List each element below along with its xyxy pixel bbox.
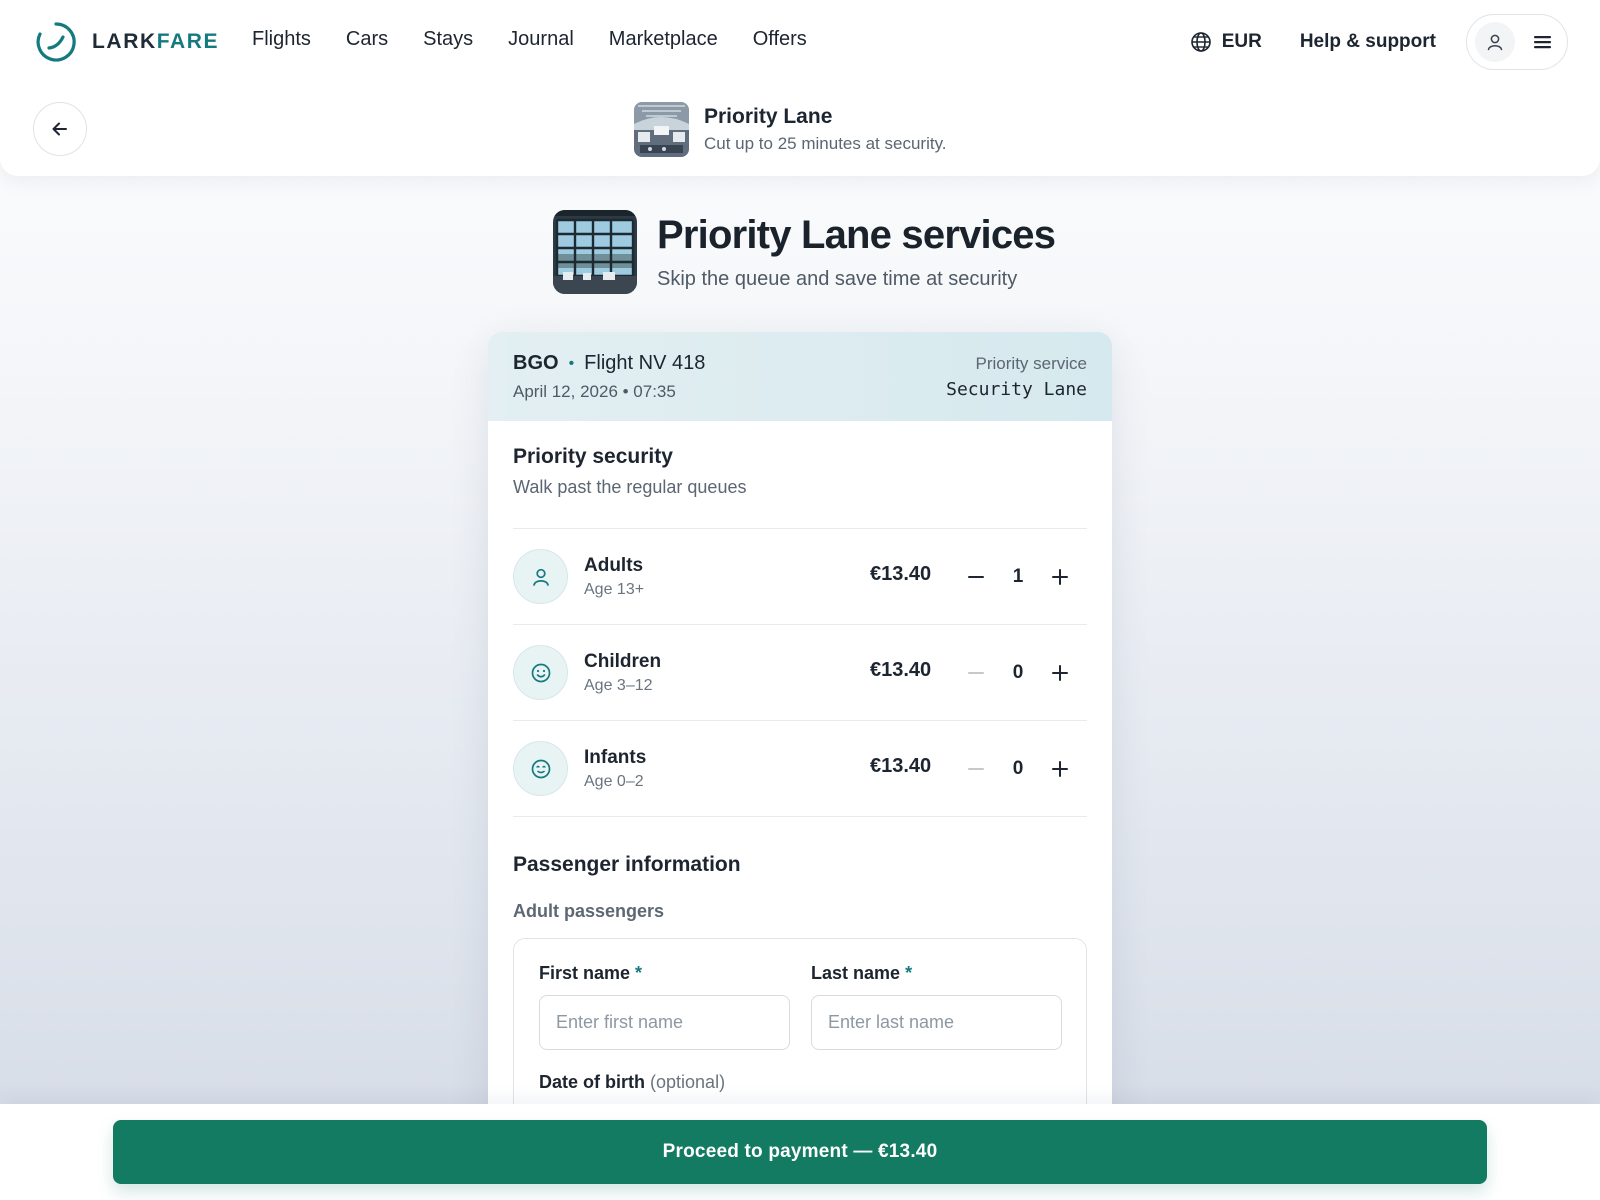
row-age: Age 0–2 [584, 772, 644, 790]
flight-number: Flight NV 418 [584, 352, 706, 374]
last-name-label: Last name * [811, 963, 913, 983]
last-name-input[interactable] [811, 995, 1062, 1050]
row-age: Age 3–12 [584, 676, 653, 694]
row-name: Infants [584, 746, 647, 768]
nav-right: EUR Help & support [1190, 14, 1568, 70]
passenger-count-list: Adults Age 13+ €13.40 1 Children Age 3–1… [513, 528, 1087, 817]
separator-dot: • [568, 354, 575, 372]
page-subtitle: Skip the queue and save time at security [657, 268, 1018, 290]
person-icon [513, 549, 568, 604]
required-mark: * [635, 963, 643, 983]
decrease-infants-button[interactable] [958, 751, 994, 787]
children-quantity-stepper: 0 [958, 651, 1078, 695]
nav-link-marketplace[interactable]: Marketplace [609, 28, 718, 51]
required-mark: * [905, 963, 913, 983]
account-menu-button[interactable] [1466, 14, 1568, 70]
first-name-input[interactable] [539, 995, 790, 1050]
main-nav: LARKFARE Flights Cars Stays Journal Mark… [0, 0, 1600, 84]
passenger-row-children: Children Age 3–12 €13.40 0 [513, 625, 1087, 721]
nav-link-journal[interactable]: Journal [508, 28, 574, 51]
currency-selector[interactable]: EUR [1190, 31, 1262, 53]
flight-summary: BGO • Flight NV 418 April 12, 2026 • 07:… [488, 332, 1112, 421]
passenger-group-label: Adult passengers [513, 901, 665, 921]
date-of-birth-label: Date of birth (optional) [539, 1072, 726, 1092]
hero-section: Priority Lane services Skip the queue an… [553, 210, 1056, 294]
nav-link-offers[interactable]: Offers [753, 28, 807, 51]
help-support-link[interactable]: Help & support [1300, 31, 1436, 53]
service-label: Priority service [975, 354, 1087, 373]
nav-link-flights[interactable]: Flights [252, 28, 311, 51]
decrease-children-button[interactable] [958, 655, 994, 691]
top-header: LARKFARE Flights Cars Stays Journal Mark… [0, 0, 1600, 176]
first-name-label: First name * [539, 963, 643, 983]
context-bar: Priority Lane Cut up to 25 minutes at se… [0, 84, 1600, 176]
user-icon [1487, 34, 1503, 51]
nav-link-stays[interactable]: Stays [423, 28, 473, 51]
adults-count: 1 [1012, 566, 1024, 587]
priority-section-title: Priority security [513, 445, 673, 468]
children-count: 0 [1012, 662, 1024, 683]
service-value: Security Lane [946, 379, 1087, 400]
plus-icon [1052, 761, 1068, 777]
page-title: Priority Lane services [657, 213, 1056, 257]
plus-icon [1052, 569, 1068, 585]
proceed-to-payment-button[interactable]: Proceed to payment — €13.40 [113, 1120, 1487, 1184]
arrow-left-icon [52, 122, 67, 136]
hero-thumbnail [553, 210, 637, 294]
smiley-icon [513, 645, 568, 700]
minus-icon [968, 672, 984, 674]
priority-lane-thumbnail [634, 102, 689, 157]
airport-code: BGO [513, 352, 559, 374]
row-name: Children [584, 650, 662, 672]
currency-label: EUR [1221, 31, 1262, 52]
avatar [1475, 22, 1515, 62]
back-button[interactable] [33, 102, 87, 156]
brand-logo[interactable]: LARKFARE [34, 20, 219, 64]
row-price: €13.40 [870, 659, 932, 681]
passenger-row-adults: Adults Age 13+ €13.40 1 [513, 529, 1087, 625]
nav-links: Flights Cars Stays Journal Marketplace O… [252, 28, 807, 51]
row-price: €13.40 [870, 563, 932, 585]
nav-link-cars[interactable]: Cars [346, 28, 388, 51]
row-age: Age 13+ [584, 580, 645, 598]
logo-icon [36, 22, 76, 62]
priority-section-subtitle: Walk past the regular queues [513, 477, 747, 497]
context-title: Priority Lane [704, 105, 833, 128]
increase-adults-button[interactable] [1042, 559, 1078, 595]
minus-icon [968, 768, 984, 770]
increase-infants-button[interactable] [1042, 751, 1078, 787]
minus-icon [968, 576, 984, 578]
plus-icon [1052, 665, 1068, 681]
booking-card: BGO • Flight NV 418 April 12, 2026 • 07:… [488, 332, 1112, 1200]
decrease-adults-button[interactable] [958, 559, 994, 595]
passenger-row-infants: Infants Age 0–2 €13.40 0 [513, 721, 1087, 817]
brand-name: LARKFARE [92, 30, 220, 53]
row-name: Adults [584, 554, 644, 576]
infants-quantity-stepper: 0 [958, 747, 1078, 791]
service-context: Priority Lane Cut up to 25 minutes at se… [634, 102, 947, 157]
increase-children-button[interactable] [1042, 655, 1078, 691]
checkout-bar: Proceed to payment — €13.40 [0, 1104, 1600, 1200]
row-price: €13.40 [870, 755, 932, 777]
baby-face-icon [513, 741, 568, 796]
context-subtitle: Cut up to 25 minutes at security. [704, 134, 947, 153]
adults-quantity-stepper: 1 [958, 555, 1078, 599]
infants-count: 0 [1012, 758, 1024, 779]
globe-icon [1190, 32, 1211, 52]
passenger-info-title: Passenger information [513, 853, 741, 876]
hamburger-menu-icon [1534, 36, 1551, 49]
